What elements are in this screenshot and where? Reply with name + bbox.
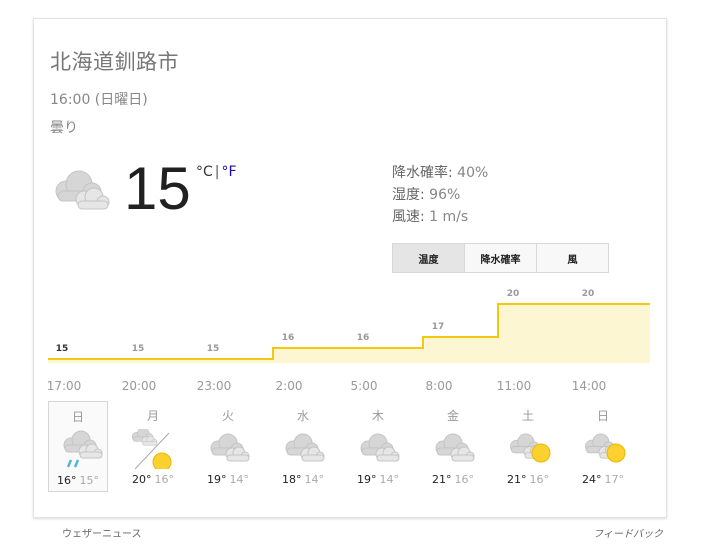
time-label: 17:00 [46,379,82,393]
day-temperature: 19° 14° [348,473,408,486]
time-label: 8:00 [425,379,453,393]
datetime: 16:00 (日曜日) [50,92,148,108]
day-name: 月 [146,409,159,423]
time-label: 23:00 [196,379,232,393]
humidity-label: 湿度: [392,187,425,203]
weather-card: 北海道釧路市 16:00 (日曜日) 曇り 15 °C | °F 降水確率: 40%… [33,18,667,518]
chart-value-label: 20 [582,289,595,299]
day-forecast-2[interactable]: 火 19° 14° [198,401,258,492]
wind-value: 1 m/s [429,209,469,225]
humidity-row: 湿度: 96% [392,184,488,206]
time-label: 20:00 [121,379,157,393]
day-temperature: 24° 17° [573,473,633,486]
cloudy-icon [285,433,325,462]
time-label: 14:00 [571,379,607,393]
day-high: 21° [507,473,527,486]
day-low: 16° [154,473,175,486]
day-low: 14° [229,473,250,486]
cloudy-icon [210,433,250,462]
chart-value-label: 16 [357,333,370,343]
time-axis: 17:00 20:00 23:00 2:00 5:00 8:00 11:00 14:00 [34,379,666,397]
day-forecast-7[interactable]: 日 24° 17° [573,401,633,492]
day-low: 14° [379,473,400,486]
chart-value-label: 16 [282,333,295,343]
day-forecast-5[interactable]: 金 21° 16° [423,401,483,492]
condition-text: 曇り [50,120,78,136]
wind-label: 風速: [392,209,425,225]
chart-value-label: 20 [507,289,520,299]
day-temperature: 20° 16° [123,473,183,486]
day-forecast-0[interactable]: 日 16° 15° [48,401,108,492]
time-label: 11:00 [496,379,532,393]
feedback-link[interactable]: フィードバック [593,525,663,540]
unit-celsius[interactable]: °C [196,164,213,180]
partly-sunny-icon [131,429,172,469]
day-high: 18° [282,473,302,486]
chart-tabs: 温度 降水確率 風 [392,243,609,273]
unit-fahrenheit[interactable]: °F [222,164,237,180]
temperature-chart: 15 15 15 16 16 17 20 20 [34,283,666,373]
precipitation-label: 降水確率: [392,165,453,181]
unit-switch: °C | °F [196,164,237,180]
day-temperature: 16° 15° [49,474,107,487]
time-label: 2:00 [275,379,303,393]
rain-cloud-icon [63,430,103,468]
day-temperature: 21° 16° [498,473,558,486]
day-high: 24° [582,473,602,486]
day-temperature: 21° 16° [423,473,483,486]
day-name: 火 [221,409,234,423]
tab-precipitation[interactable]: 降水確率 [465,244,537,272]
day-name: 日 [71,410,84,424]
day-low: 17° [604,473,625,486]
day-forecast-6[interactable]: 土 21° 16° [498,401,558,492]
chart-value-label: 15 [56,344,69,354]
day-name: 日 [596,409,609,423]
day-name: 水 [296,409,309,423]
day-high: 16° [57,474,77,487]
precipitation-row: 降水確率: 40% [392,162,488,184]
day-low: 16° [454,473,475,486]
cloudy-icon [55,170,110,210]
unit-separator: | [214,164,220,180]
weather-details: 降水確率: 40% 湿度: 96% 風速: 1 m/s [392,162,488,228]
day-low: 15° [79,474,100,487]
wind-row: 風速: 1 m/s [392,206,488,228]
day-high: 19° [357,473,377,486]
cloudy-icon [360,433,400,462]
cloudy-icon [435,433,475,462]
day-forecast-1[interactable]: 月 20° 16° [123,401,183,492]
day-high: 21° [432,473,452,486]
day-high: 19° [207,473,227,486]
location-title: 北海道釧路市 [50,50,179,74]
day-low: 14° [304,473,325,486]
tab-wind[interactable]: 風 [537,244,608,272]
day-temperature: 19° 14° [198,473,258,486]
day-name: 木 [371,409,384,423]
chart-value-label: 15 [132,344,145,354]
tab-temperature[interactable]: 温度 [393,244,465,272]
daily-forecast: 日 16° 15° 月 20° 16° 火 19° 14° 水 18° 14° … [48,401,648,497]
day-name: 土 [521,409,534,423]
chart-value-label: 15 [207,344,220,354]
precipitation-value: 40% [457,165,489,181]
day-name: 金 [446,409,459,423]
time-label: 5:00 [350,379,378,393]
sun-behind-cloud-icon [585,433,626,463]
temperature-chart-svg: 15 15 15 16 16 17 20 20 [48,289,650,363]
day-temperature: 18° 14° [273,473,333,486]
sun-behind-cloud-icon [510,433,551,463]
day-low: 16° [529,473,550,486]
day-forecast-3[interactable]: 水 18° 14° [273,401,333,492]
day-forecast-4[interactable]: 木 19° 14° [348,401,408,492]
current-temperature: 15 [124,155,191,222]
chart-area-fill [48,304,650,363]
source-label: ウェザーニュース [62,529,142,540]
chart-value-label: 17 [432,322,445,332]
day-high: 20° [132,473,152,486]
humidity-value: 96% [429,187,461,203]
